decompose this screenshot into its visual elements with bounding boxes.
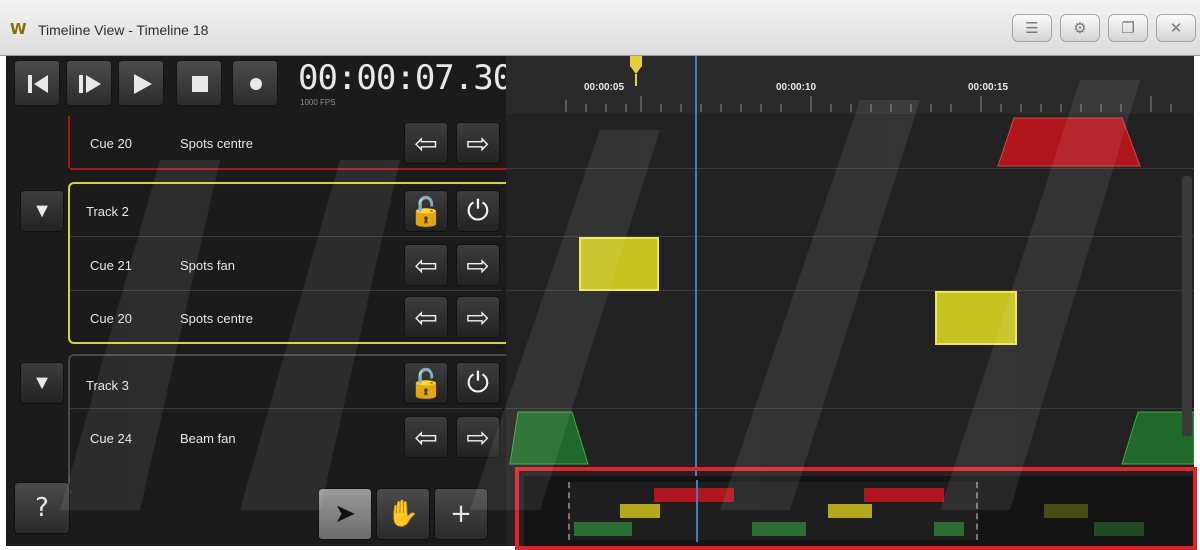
cue-block-yellow: [579, 237, 659, 291]
pointer-tool-button[interactable]: ➤: [318, 488, 372, 540]
record-button[interactable]: [232, 60, 278, 106]
move-cue-left-button[interactable]: ⇦: [404, 122, 448, 164]
fps-label: 1000 FPS: [300, 98, 336, 107]
menu-icon[interactable]: ☰: [1012, 14, 1052, 42]
restore-icon[interactable]: ❐: [1108, 14, 1148, 42]
cue-label: Spots centre: [180, 136, 253, 151]
track1-edge: [68, 116, 70, 168]
window-title: Timeline View - Timeline 18: [38, 22, 209, 38]
play-icon: [134, 74, 152, 94]
add-button[interactable]: +: [434, 488, 488, 540]
window-titlebar: W Timeline View - Timeline 18 ☰ ⚙ ❐ ✕: [0, 0, 1200, 56]
triangle-down-icon: ▼: [32, 199, 52, 222]
timecode-display: 00:00:07.309: [298, 58, 533, 98]
play-button[interactable]: [118, 60, 164, 106]
close-icon[interactable]: ✕: [1156, 14, 1196, 42]
skip-to-start-button[interactable]: [14, 60, 60, 106]
app-icon: W: [10, 20, 26, 38]
hand-icon: ✋: [386, 499, 420, 529]
triangle-down-icon: ▼: [32, 371, 52, 394]
arrow-left-icon: ⇦: [414, 126, 438, 160]
step-play-icon: [79, 75, 101, 93]
cue-blocks: [509, 117, 1194, 465]
overview-highlight-box: [515, 467, 1197, 550]
cue-number: Cue 20: [90, 136, 132, 151]
step-play-button[interactable]: [66, 60, 112, 106]
record-icon: [250, 78, 262, 90]
arrow-right-icon: ⇨: [466, 126, 490, 160]
skip-to-start-icon: [28, 75, 48, 93]
move-cue-right-button[interactable]: ⇨: [456, 122, 500, 164]
cue-block-yellow: [935, 291, 1017, 345]
pointer-icon: ➤: [334, 499, 356, 529]
help-button[interactable]: ?: [14, 482, 70, 534]
plus-icon: +: [450, 499, 472, 529]
playhead[interactable]: [695, 56, 697, 476]
cue-block-green: [509, 411, 589, 465]
collapse-track3-button[interactable]: ▼: [20, 362, 64, 404]
collapse-track2-button[interactable]: ▼: [20, 190, 64, 232]
settings-icon[interactable]: ⚙: [1060, 14, 1100, 42]
cue-block-red: [997, 117, 1141, 167]
stop-button[interactable]: [176, 60, 222, 106]
help-icon: ?: [35, 493, 49, 523]
stop-icon: [192, 76, 208, 92]
hand-tool-button[interactable]: ✋: [376, 488, 430, 540]
vertical-scrollbar[interactable]: [1182, 176, 1192, 436]
